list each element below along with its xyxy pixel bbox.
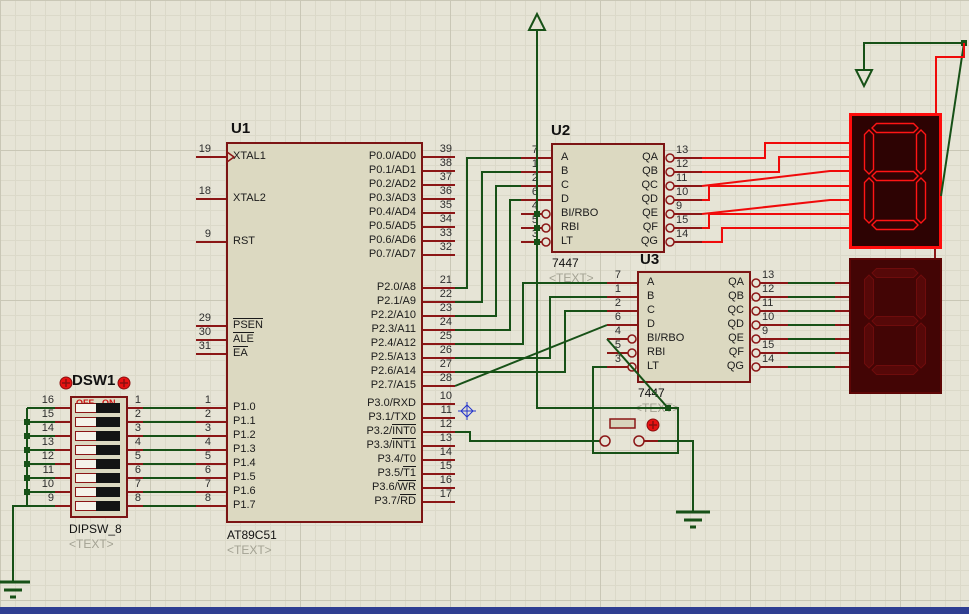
wire[interactable] xyxy=(455,186,521,316)
segment-a xyxy=(872,124,918,133)
wire[interactable] xyxy=(702,143,849,158)
pin-bubble xyxy=(666,182,674,190)
wire[interactable] xyxy=(455,325,607,386)
junction-dot xyxy=(534,211,540,217)
segment-e xyxy=(865,178,874,223)
pin-bubble xyxy=(542,238,550,246)
junction-dot xyxy=(24,447,30,453)
wire[interactable] xyxy=(941,43,964,196)
pin-bubble xyxy=(542,210,550,218)
segment-b xyxy=(917,130,926,174)
segment-d xyxy=(872,366,918,375)
pin-bubble xyxy=(666,238,674,246)
wire[interactable] xyxy=(537,29,678,453)
pin-bubble xyxy=(752,321,760,329)
power-terminal-icon[interactable] xyxy=(529,14,545,30)
junction-dot xyxy=(534,239,540,245)
wire[interactable] xyxy=(455,172,521,302)
segment-c xyxy=(917,178,926,223)
wire[interactable] xyxy=(455,200,521,330)
pin-bubble xyxy=(628,335,636,343)
pin-bubble xyxy=(752,335,760,343)
wire[interactable] xyxy=(455,432,600,441)
xtal1-marker xyxy=(227,152,234,162)
pin-bubble xyxy=(666,154,674,162)
pin-bubble xyxy=(542,224,550,232)
pin-bubble xyxy=(666,196,674,204)
push-button-terminal[interactable] xyxy=(600,436,610,446)
segment-e xyxy=(865,323,874,368)
pin-bubble xyxy=(752,279,760,287)
pin-bubble xyxy=(752,363,760,371)
wire[interactable] xyxy=(702,214,849,228)
pin-bubble xyxy=(666,224,674,232)
segment-b xyxy=(917,275,926,319)
pin-bubble xyxy=(752,307,760,315)
power-terminal-icon[interactable] xyxy=(856,70,872,86)
junction-dot xyxy=(24,433,30,439)
push-button-terminal[interactable] xyxy=(634,436,644,446)
wire[interactable] xyxy=(455,311,607,372)
schematic-canvas: U1AT89C51<TEXT>19XTAL118XTAL29RST29PSEN3… xyxy=(0,0,969,614)
segment-d xyxy=(872,221,918,230)
junction-dot xyxy=(24,475,30,481)
wire[interactable] xyxy=(702,171,849,186)
segment-f xyxy=(865,275,874,319)
wiring-layer xyxy=(0,0,969,614)
pin-bubble xyxy=(752,349,760,357)
segment-g xyxy=(872,172,918,181)
wire[interactable] xyxy=(702,228,849,242)
junction-dot xyxy=(24,419,30,425)
segment-g xyxy=(872,317,918,326)
wire[interactable] xyxy=(702,200,849,214)
pin-bubble xyxy=(752,293,760,301)
wire[interactable] xyxy=(702,186,849,200)
junction-dot xyxy=(665,405,671,411)
wire[interactable] xyxy=(936,43,964,113)
bottom-bar xyxy=(0,607,969,614)
segment-f xyxy=(865,130,874,174)
pin-bubble xyxy=(666,210,674,218)
wire[interactable] xyxy=(455,158,521,288)
wire[interactable] xyxy=(455,297,607,358)
segment-a xyxy=(872,269,918,278)
junction-dot xyxy=(24,461,30,467)
junction-dot xyxy=(24,489,30,495)
pin-bubble xyxy=(628,349,636,357)
wire[interactable] xyxy=(607,339,668,408)
push-button-cap[interactable] xyxy=(610,419,635,428)
wire[interactable] xyxy=(658,441,693,512)
pin-bubble xyxy=(666,168,674,176)
segment-c xyxy=(917,323,926,368)
wire[interactable] xyxy=(702,157,849,172)
junction-dot xyxy=(534,225,540,231)
